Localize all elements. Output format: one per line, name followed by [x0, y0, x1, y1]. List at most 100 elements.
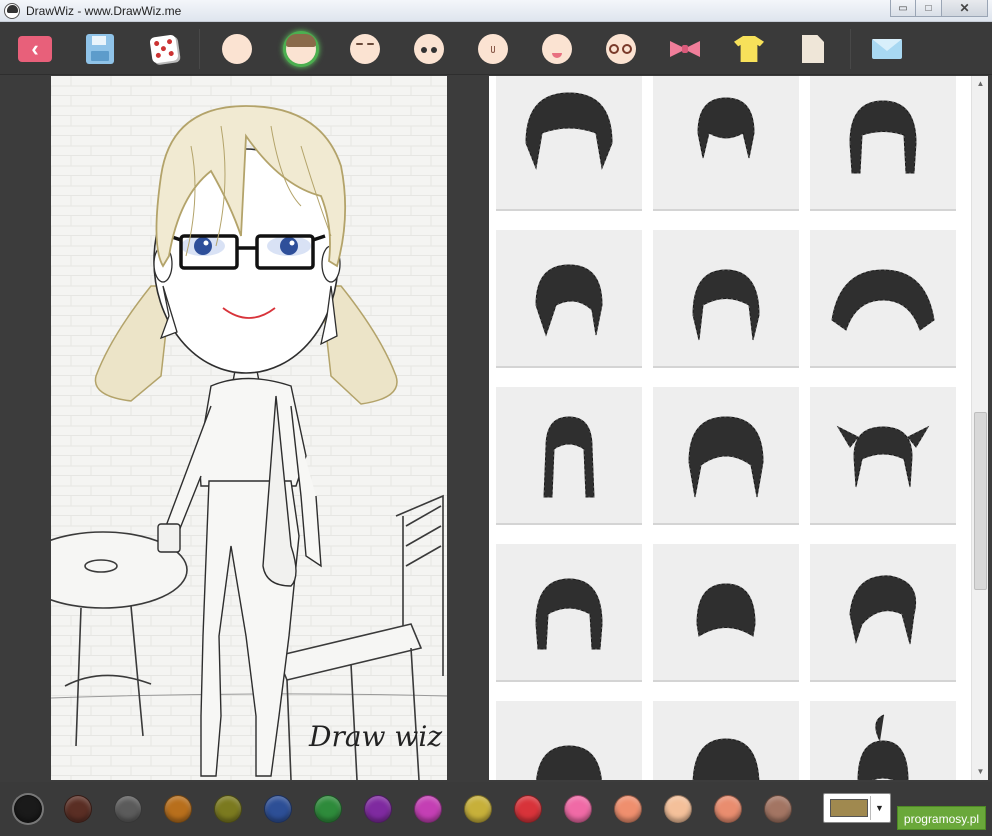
- minimize-button[interactable]: ▭: [890, 0, 916, 17]
- hair-style-tile[interactable]: [653, 701, 799, 780]
- hair-style-tile[interactable]: [653, 387, 799, 525]
- app-logo-icon: [4, 3, 20, 19]
- bow-icon: [670, 40, 700, 58]
- hair-style-6-preview: [831, 269, 935, 331]
- mouth-button[interactable]: [539, 32, 575, 66]
- color-swatch[interactable]: [664, 795, 692, 823]
- color-swatch[interactable]: [214, 795, 242, 823]
- color-swatch[interactable]: [264, 795, 292, 823]
- save-button[interactable]: [82, 32, 118, 66]
- color-swatch[interactable]: [164, 795, 192, 823]
- back-button[interactable]: ‹: [17, 32, 53, 66]
- hair-style-tile[interactable]: [653, 230, 799, 368]
- dropdown-arrow-icon: ▼: [870, 796, 888, 820]
- avatar-canvas[interactable]: Draw wiz: [51, 76, 447, 780]
- eyebrows-icon: [350, 34, 380, 64]
- hair-style-tile[interactable]: [653, 544, 799, 682]
- hair-style-13-preview: [536, 745, 602, 780]
- right-eye: [280, 237, 298, 255]
- scroll-down-button[interactable]: ▼: [972, 764, 989, 780]
- hair-style-tile[interactable]: [496, 544, 642, 682]
- face-icon: [222, 34, 252, 64]
- hair-style-5-preview: [692, 269, 760, 341]
- toolbar-divider: [199, 29, 200, 69]
- hair-style-tile[interactable]: [810, 76, 956, 211]
- dice-icon: [149, 34, 179, 64]
- hair-button[interactable]: [283, 32, 319, 66]
- color-swatch[interactable]: [314, 795, 342, 823]
- toolbar-divider: [850, 29, 851, 69]
- hair-icon: [286, 34, 316, 64]
- window-title: DrawWiz - www.DrawWiz.me: [26, 4, 182, 18]
- hair-style-tile[interactable]: [810, 230, 956, 368]
- window-controls: ▭ □ ✕: [890, 0, 988, 17]
- color-palette-bar: ▼ programosy.pl: [0, 782, 992, 836]
- eyes-button[interactable]: [411, 32, 447, 66]
- scroll-thumb[interactable]: [974, 412, 987, 590]
- hair-style-tile[interactable]: [496, 230, 642, 368]
- hair-style-panel: [489, 76, 971, 780]
- app-window: DrawWiz - www.DrawWiz.me ▭ □ ✕ ‹ Draw wi…: [0, 0, 992, 836]
- page-icon: [802, 35, 824, 63]
- eyebrows-button[interactable]: [347, 32, 383, 66]
- avatar-drawing: [51, 76, 447, 780]
- hair-style-tile[interactable]: [810, 701, 956, 780]
- back-arrow-icon: ‹: [18, 36, 52, 62]
- current-color-chip: [830, 799, 868, 817]
- toolbar: ‹: [0, 23, 992, 75]
- hair-style-tile[interactable]: [810, 544, 956, 682]
- title-bar[interactable]: DrawWiz - www.DrawWiz.me ▭ □ ✕: [0, 0, 992, 22]
- hair-style-14-preview: [692, 738, 760, 780]
- background-button[interactable]: [795, 32, 831, 66]
- custom-color-dropdown[interactable]: ▼: [823, 793, 891, 823]
- hair-style-11-preview: [696, 583, 756, 637]
- hair-style-8-preview: [688, 416, 764, 498]
- left-eye: [194, 237, 212, 255]
- color-swatch[interactable]: [714, 795, 742, 823]
- color-swatch[interactable]: [464, 795, 492, 823]
- color-swatch[interactable]: [414, 795, 442, 823]
- color-swatch[interactable]: [764, 795, 792, 823]
- shirt-icon: [734, 36, 764, 62]
- hair-style-10-preview: [535, 578, 603, 650]
- color-swatch[interactable]: [14, 795, 42, 823]
- close-button[interactable]: ✕: [942, 0, 988, 17]
- maximize-button[interactable]: □: [916, 0, 942, 17]
- hair-style-tile[interactable]: [496, 701, 642, 780]
- hair-style-9-preview: [836, 425, 930, 488]
- glasses-icon: [606, 34, 636, 64]
- eyes-icon: [414, 34, 444, 64]
- face-shape-button[interactable]: [219, 32, 255, 66]
- color-swatch[interactable]: [364, 795, 392, 823]
- draw-wiz-signature: Draw wiz: [309, 720, 443, 753]
- hair-style-12-preview: [849, 575, 916, 645]
- envelope-icon: [872, 39, 902, 59]
- panel-scrollbar[interactable]: ▲ ▼: [971, 76, 988, 780]
- color-swatch[interactable]: [64, 795, 92, 823]
- hair-style-4-preview: [535, 264, 603, 337]
- hair-style-tile[interactable]: [653, 76, 799, 211]
- share-button[interactable]: [869, 32, 905, 66]
- color-swatch[interactable]: [564, 795, 592, 823]
- hair-style-tile[interactable]: [496, 76, 642, 211]
- floppy-disk-icon: [86, 34, 114, 64]
- programosy-badge[interactable]: programosy.pl: [897, 806, 986, 830]
- hair-style-tile[interactable]: [810, 387, 956, 525]
- clothes-button[interactable]: [731, 32, 767, 66]
- color-swatch[interactable]: [514, 795, 542, 823]
- glasses-button[interactable]: [603, 32, 639, 66]
- accessories-button[interactable]: [667, 32, 703, 66]
- nose-icon: [478, 34, 508, 64]
- random-button[interactable]: [146, 32, 182, 66]
- hair-style-3-preview: [849, 100, 917, 174]
- hair-style-tile[interactable]: [496, 387, 642, 525]
- scroll-up-button[interactable]: ▲: [972, 76, 989, 92]
- hair-style-15-preview: [857, 714, 909, 780]
- hair-style-1-preview: [525, 92, 613, 170]
- color-swatch[interactable]: [114, 795, 142, 823]
- mouth-icon: [542, 34, 572, 64]
- hair-style-2-preview: [697, 97, 755, 159]
- nose-button[interactable]: [475, 32, 511, 66]
- hair-style-7-preview: [543, 416, 595, 498]
- color-swatch[interactable]: [614, 795, 642, 823]
